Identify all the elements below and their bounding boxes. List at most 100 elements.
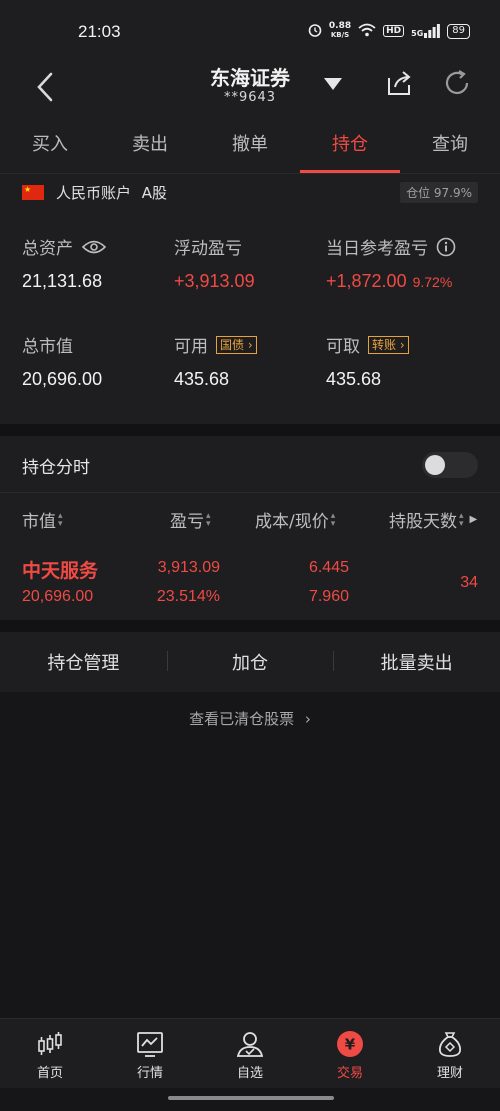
total-assets-value: 21,131.68 — [22, 271, 103, 291]
daily-pl: 当日参考盈亏 +1,872.00 9.72% — [326, 234, 456, 292]
treasury-bond-button[interactable]: 国债 › — [216, 335, 257, 354]
tab-positions[interactable]: 持仓 — [300, 120, 400, 173]
china-flag-icon — [22, 185, 44, 200]
stock-price: 7.960 — [308, 588, 349, 605]
alarm-icon — [308, 23, 322, 40]
position-ratio-badge: 仓位 97.9% — [400, 182, 478, 203]
daily-pl-value-row: +1,872.00 9.72% — [326, 271, 456, 292]
header-pl[interactable]: 盈亏 ▴ ▾ — [170, 507, 211, 532]
daily-pl-value: +1,872.00 — [326, 271, 407, 291]
available-label-row: 可用 国债 › — [174, 332, 257, 357]
header-market-value[interactable]: 市值 ▴ ▾ — [22, 507, 63, 532]
nav-market[interactable]: 行情 — [100, 1019, 200, 1088]
withdrawable-label-row: 可取 转账 › — [326, 332, 409, 357]
position-row[interactable]: 中天服务 20,696.00 3,913.09 23.514% 6.445 7.… — [0, 542, 500, 620]
toggle-knob — [425, 455, 445, 475]
tab-query[interactable]: 查询 — [400, 120, 500, 173]
intraday-toggle-label: 持仓分时 — [22, 458, 90, 478]
treasury-bond-label: 国债 — [220, 337, 245, 352]
batch-sell-button[interactable]: 批量卖出 — [333, 649, 500, 675]
account-number: **9643 — [223, 90, 277, 105]
account-summary: 人民币账户 A股 仓位 97.9% 总资产 21,131.68 浮动盈亏 +3,… — [0, 174, 500, 424]
nav-trade[interactable]: ¥ 交易 — [300, 1019, 400, 1088]
position-actions: 持仓管理 加仓 批量卖出 — [0, 632, 500, 692]
floating-pl: 浮动盈亏 +3,913.09 — [174, 234, 255, 292]
scroll-right-icon[interactable]: ▶ — [470, 514, 478, 525]
network-speed-unit: KB/S — [330, 31, 350, 39]
intraday-toggle[interactable] — [422, 452, 478, 478]
sort-icon: ▴ ▾ — [206, 510, 211, 529]
sort-icon: ▴ ▾ — [330, 510, 336, 529]
cleared-stocks-label: 查看已清仓股票 — [189, 710, 295, 728]
signal-label: 5G — [411, 29, 424, 38]
nav-wealth-label: 理财 — [436, 1066, 463, 1081]
wifi-icon — [358, 23, 376, 40]
header-cost-price-label: 成本/现价 — [255, 512, 329, 532]
section-divider — [0, 424, 500, 436]
daily-pl-label-row: 当日参考盈亏 — [326, 234, 456, 259]
status-bar: 21:03 0.88 KB/S HD 5G 89 — [0, 0, 500, 62]
stock-name: 中天服务 — [22, 560, 99, 582]
tab-buy[interactable]: 买入 — [0, 120, 100, 173]
network-speed-value: 0.88 — [328, 21, 352, 31]
home-indicator[interactable] — [168, 1096, 334, 1100]
floating-pl-value: +3,913.09 — [174, 271, 255, 291]
bottom-nav: 首页 行情 自选 ¥ 交易 理财 — [0, 1018, 500, 1088]
money-bag-icon — [439, 1032, 461, 1057]
header-days[interactable]: 持股天数 ▴ ▾ ▶ — [389, 507, 477, 532]
nav-bar: 东海证券 **9643 — [0, 62, 500, 120]
nav-home-label: 首页 — [36, 1066, 63, 1081]
sort-icon: ▴ ▾ — [58, 510, 63, 529]
currency-label: 人民币账户 — [56, 184, 132, 202]
header-cost-price[interactable]: 成本/现价 ▴ ▾ — [255, 507, 335, 532]
battery-indicator: 89 — [447, 23, 470, 39]
stock-hold-days: 34 — [460, 574, 478, 591]
yuan-icon: ¥ — [337, 1031, 363, 1057]
intraday-toggle-row: 持仓分时 — [0, 436, 500, 492]
stock-cost: 6.445 — [308, 559, 349, 576]
section-divider — [0, 620, 500, 632]
daily-pl-label: 当日参考盈亏 — [326, 239, 428, 259]
withdrawable-label: 可取 — [326, 337, 360, 357]
candlestick-icon — [38, 1032, 62, 1055]
manage-positions-button[interactable]: 持仓管理 — [0, 649, 167, 675]
page-title[interactable]: 东海证券 — [0, 62, 500, 91]
positions-table-header: 市值 ▴ ▾ 盈亏 ▴ ▾ 成本/现价 ▴ ▾ 持股天数 ▴ ▾ ▶ — [0, 492, 500, 542]
header-days-label: 持股天数 — [389, 512, 457, 532]
nav-trade-label: 交易 — [336, 1066, 363, 1081]
add-position-button[interactable]: 加仓 — [166, 649, 334, 675]
user-icon — [236, 1032, 264, 1057]
header-pl-label: 盈亏 — [170, 512, 204, 532]
transfer-label: 转账 — [372, 337, 397, 352]
stock-pl-percent: 23.514% — [156, 588, 220, 605]
market-value-value: 20,696.00 — [22, 369, 103, 389]
available-funds: 可用 国债 › 435.68 — [174, 332, 257, 390]
nav-wealth[interactable]: 理财 — [400, 1019, 500, 1088]
refresh-button[interactable] — [442, 68, 472, 98]
svg-text:¥: ¥ — [345, 1036, 356, 1054]
currency-account-label: 人民币账户 A股 — [56, 182, 167, 203]
share-button[interactable] — [384, 68, 414, 98]
transfer-button[interactable]: 转账 › — [368, 335, 409, 354]
status-icons: 0.88 KB/S HD 5G 89 — [308, 22, 470, 40]
trade-tabs: 买入 卖出 撤单 持仓 查询 — [0, 120, 500, 174]
cleared-stocks-link[interactable]: 查看已清仓股票 › — [0, 708, 500, 729]
refresh-icon — [445, 70, 469, 95]
nav-home[interactable]: 首页 — [0, 1019, 100, 1088]
stock-pl: 3,913.09 — [157, 559, 220, 576]
market-value: 总市值 20,696.00 — [22, 332, 102, 390]
eye-icon[interactable] — [81, 239, 107, 255]
total-assets-label: 总资产 — [22, 239, 73, 259]
market-value-label: 总市值 — [22, 337, 73, 357]
sort-icon: ▴ ▾ — [459, 510, 464, 529]
header-market-value-label: 市值 — [22, 512, 56, 532]
available-value: 435.68 — [174, 369, 230, 389]
nav-watchlist[interactable]: 自选 — [200, 1019, 300, 1088]
share-icon — [388, 71, 411, 95]
hd-badge: HD — [383, 25, 405, 37]
account-switch-button[interactable] — [322, 76, 344, 92]
tab-cancel-order[interactable]: 撤单 — [200, 120, 300, 173]
info-icon[interactable] — [436, 237, 456, 257]
tab-sell[interactable]: 卖出 — [100, 120, 200, 173]
market-label: A股 — [141, 184, 168, 202]
